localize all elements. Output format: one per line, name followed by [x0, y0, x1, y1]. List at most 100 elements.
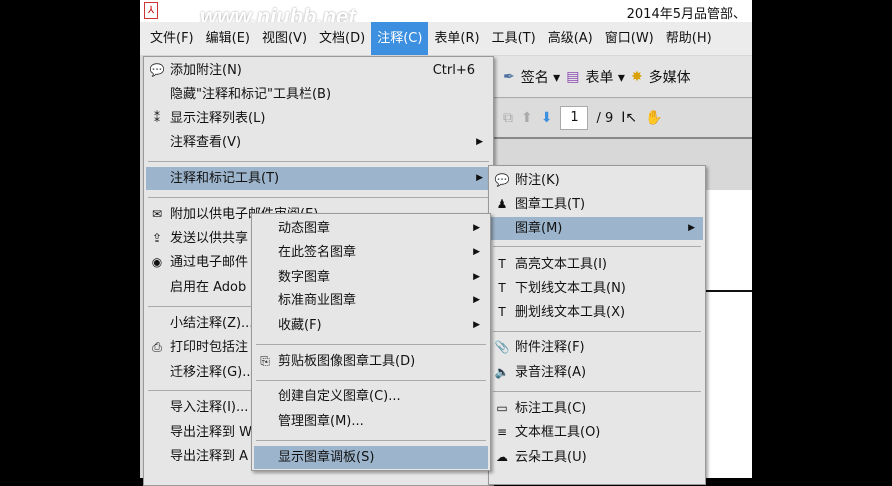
menu-5[interactable]: 表单(R) [428, 22, 485, 55]
item-icon: 🔈 [494, 365, 510, 379]
menu-item[interactable]: 动态图章 ▶ [254, 217, 488, 240]
item-label: 创建自定义图章(C)... [278, 389, 401, 404]
item-label: 注释和标记工具(T) [170, 171, 280, 186]
page-number-input[interactable]: 1 [560, 106, 589, 130]
menu-item[interactable]: 📎 附件注释(F) [491, 336, 703, 359]
pages-icon: ⧉ [503, 110, 513, 126]
item-label: 导出注释到 W [170, 425, 252, 440]
item-label: 迁移注释(G)... [170, 365, 255, 380]
menu-7[interactable]: 高级(A) [542, 22, 599, 55]
markup-tools-submenu: 💬 附注(K) ♟ 图章工具(T) 图章(M) ▶ T 高亮文本工具(I) T 下划线文本工具(N… [488, 165, 706, 485]
item-label: 动态图章 [278, 221, 331, 236]
select-tool-icon[interactable]: I↖ [621, 110, 637, 126]
menu-item[interactable]: ≡ 文本框工具(O) [491, 421, 703, 444]
window-title: 2014年5月品管部、 [626, 7, 746, 22]
submenu-arrow-icon: ▶ [476, 173, 483, 183]
menu-item[interactable]: ⎘ 剪贴板图像图章工具(D) [254, 350, 488, 373]
item-label: 高亮文本工具(I) [515, 257, 607, 272]
item-label: 标准商业图章 [278, 293, 357, 308]
menu-item[interactable]: T 下划线文本工具(N) [491, 277, 703, 300]
item-label: 图章(M) [515, 221, 563, 236]
item-label: 文本框工具(O) [515, 425, 601, 440]
item-label: 删划线文本工具(X) [515, 305, 626, 320]
menu-item[interactable]: 创建自定义图章(C)... [254, 385, 488, 408]
menu-item[interactable]: 显示图章调板(S) [254, 446, 488, 469]
menu-item[interactable]: 标准商业图章 ▶ [254, 289, 488, 312]
item-label: 剪贴板图像图章工具(D) [278, 354, 416, 369]
menu-separator [493, 246, 701, 247]
submenu-arrow-icon: ▶ [473, 272, 480, 282]
item-label: 标注工具(C) [515, 401, 587, 416]
menu-item[interactable]: 隐藏"注释和标记"工具栏(B) [146, 83, 491, 106]
item-label: 注释查看(V) [170, 135, 242, 150]
menu-0[interactable]: 文件(F) [144, 22, 200, 55]
prev-page-button[interactable]: ⬆ [521, 110, 533, 126]
submenu-arrow-icon: ▶ [473, 223, 480, 233]
submenu-arrow-icon: ▶ [473, 247, 480, 257]
toolbar-tasks: ✒ 签名 ▾ ▤ 表单 ▾ ✸ 多媒体 [493, 56, 752, 98]
item-label: 启用在 Adob [170, 280, 247, 295]
menu-item[interactable]: 🔈 录音注释(A) [491, 361, 703, 384]
menu-separator [493, 331, 701, 332]
menu-3[interactable]: 文档(D) [313, 22, 371, 55]
item-label: 数字图章 [278, 270, 331, 285]
item-label: 录音注释(A) [515, 365, 587, 380]
item-label: 导出注释到 A [170, 449, 249, 464]
pdf-icon: ⅄ [144, 2, 158, 19]
item-icon: T [498, 257, 506, 271]
menu-separator [148, 197, 489, 198]
menu-item[interactable]: 管理图章(M)... [254, 410, 488, 433]
submenu-arrow-icon: ▶ [473, 320, 480, 330]
item-label: 图章工具(T) [515, 197, 586, 212]
menu-item[interactable]: T 高亮文本工具(I) [491, 253, 703, 276]
item-icon: ✉ [151, 207, 163, 221]
menu-8[interactable]: 窗口(W) [599, 22, 660, 55]
forms-button[interactable]: 表单 ▾ [585, 67, 624, 87]
item-label: 下划线文本工具(N) [515, 281, 626, 296]
menu-item[interactable]: 💬 添加附注(N) Ctrl+6 [146, 59, 491, 82]
menu-item[interactable]: 注释和标记工具(T) ▶ [146, 167, 491, 190]
item-icon: ⎘ [260, 354, 270, 368]
item-icon: ⇪ [151, 231, 163, 245]
item-label: 打印时包括注 [170, 340, 249, 355]
menu-item[interactable]: 在此签名图章 ▶ [254, 241, 488, 264]
sign-button[interactable]: 签名 ▾ [521, 67, 560, 87]
multimedia-icon: ✸ [630, 68, 643, 85]
hand-tool-icon[interactable]: ✋ [645, 110, 662, 126]
menu-item[interactable]: ⁑ 显示注释列表(L) [146, 107, 491, 130]
submenu-arrow-icon: ▶ [688, 223, 695, 233]
menu-1[interactable]: 编辑(E) [200, 22, 256, 55]
menu-separator [148, 161, 489, 162]
menu-item[interactable]: 💬 附注(K) [491, 169, 703, 192]
item-label: 小结注释(Z)... [170, 316, 254, 331]
item-label: 隐藏"注释和标记"工具栏(B) [170, 87, 332, 102]
menu-item[interactable]: 注释查看(V) ▶ [146, 131, 491, 154]
item-label: 导入注释(I)... [170, 400, 249, 415]
menu-separator [256, 380, 486, 381]
menu-item[interactable]: ▭ 标注工具(C) [491, 397, 703, 420]
item-label: 附件注释(F) [515, 340, 585, 355]
submenu-arrow-icon: ▶ [473, 295, 480, 305]
menu-4[interactable]: 注释(C) [371, 22, 429, 55]
menu-separator [493, 391, 701, 392]
pen-icon: ✒ [503, 68, 515, 85]
item-label: 通过电子邮件 [170, 255, 249, 270]
stamp-submenu: 动态图章 ▶ 在此签名图章 ▶ 数字图章 ▶ 标准商业图章 ▶ 收藏(F) ▶ ⎘ 剪贴板图像图章工具… [251, 213, 491, 471]
next-page-button[interactable]: ⬇ [541, 110, 553, 126]
menu-6[interactable]: 工具(T) [486, 22, 542, 55]
menu-9[interactable]: 帮助(H) [660, 22, 718, 55]
menu-item[interactable]: T 删划线文本工具(X) [491, 301, 703, 324]
item-icon: ⁑ [154, 111, 160, 125]
menu-item[interactable]: ♟ 图章工具(T) [491, 193, 703, 216]
submenu-arrow-icon: ▶ [476, 137, 483, 147]
item-label: 收藏(F) [278, 318, 322, 333]
menu-2[interactable]: 视图(V) [256, 22, 313, 55]
menu-item[interactable]: 收藏(F) ▶ [254, 314, 488, 337]
form-icon: ▤ [566, 68, 580, 85]
menu-item[interactable]: ☁ 云朵工具(U) [491, 446, 703, 469]
multimedia-button[interactable]: 多媒体 [649, 67, 691, 87]
menu-item[interactable]: 数字图章 ▶ [254, 266, 488, 289]
menu-item[interactable]: 图章(M) ▶ [491, 217, 703, 240]
item-label: 附注(K) [515, 173, 560, 188]
item-icon: T [498, 281, 506, 295]
